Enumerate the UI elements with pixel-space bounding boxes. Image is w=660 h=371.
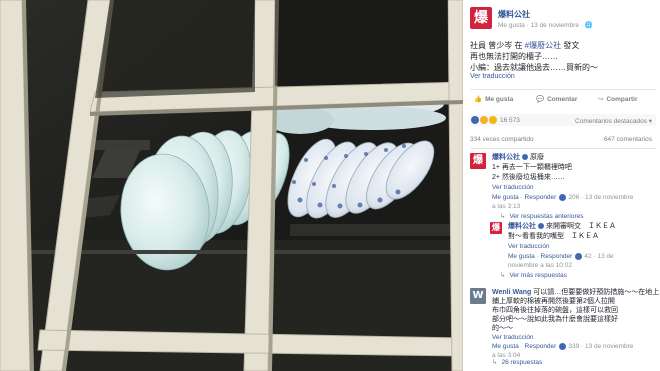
like-button-label: Me gusta — [485, 96, 514, 103]
share-arrow-icon: ↪ — [598, 96, 604, 103]
commenter-avatar[interactable]: 爆 — [470, 153, 486, 169]
like-count-icon — [559, 342, 567, 350]
comment-first-line: 爆料公社 原廢 — [492, 153, 656, 163]
verified-badge-icon — [538, 223, 544, 230]
hashtag-link[interactable]: #爆廢公社 — [525, 41, 561, 50]
replies-count-link[interactable]: ↳ 26 respuestas — [492, 358, 542, 366]
comment-text: 布巾四角後往掉落的碗盤，這樣可以救回 — [492, 307, 618, 314]
reaction-icons[interactable] — [471, 116, 498, 124]
see-translation-link[interactable]: Ver traducción — [492, 333, 656, 342]
comment-like-link[interactable]: Me gusta — [492, 194, 519, 201]
comment-meta: Me gusta · Responder 206 · 13 de noviembr… — [492, 193, 634, 201]
comment-date[interactable]: 13 de — [597, 253, 613, 260]
more-replies-label: Ver más respuestas — [509, 272, 567, 279]
comment-meta: Me gusta · Responder 42 · 13 de — [508, 252, 614, 260]
share-button[interactable]: ↪ Compartir — [598, 95, 638, 103]
comment-time[interactable]: noviembre a las 10:02 — [508, 261, 656, 270]
share-button-label: Compartir — [606, 96, 638, 103]
comment-reply-link[interactable]: Responder — [541, 253, 573, 260]
see-translation-link[interactable]: Ver traducción — [508, 242, 656, 252]
speech-bubble-icon: 💬 — [536, 96, 545, 103]
thumbs-up-icon: 👍 — [474, 96, 483, 103]
like-count-icon — [559, 193, 567, 201]
comment-text: 的～～ — [492, 325, 513, 332]
comment-body: 爆料公社 原廢 1+ 再去一下一顆櫃裡時吧 2+ 然後廢垃圾桶來…… Ver tr… — [492, 153, 656, 211]
prev-replies-link[interactable]: ↳ Ver respuestas anteriores — [500, 212, 584, 220]
see-translation-link[interactable]: Ver traducción — [492, 183, 656, 193]
reply-arrow-icon: ↳ — [500, 213, 506, 220]
share-count[interactable]: 334 veces compartido — [470, 136, 534, 143]
commenter-avatar[interactable]: W — [470, 288, 486, 304]
haha-reaction-icon — [480, 116, 488, 124]
reply-comment: 爆 爆料公社 來開審啊交 ＩＫＥＡ 對～看看我的嘴型 ＩＫＥＡ Ver tradu… — [490, 222, 656, 270]
comment-button-label: Comentar — [547, 96, 578, 103]
post-meta: Me gusta · 13 de noviembre · 🌐 — [498, 22, 593, 29]
post-text-prefix: 社員 曾少岑 在 — [470, 41, 525, 50]
comment-text: 2+ 然後廢垃圾桶來…… — [492, 174, 565, 181]
comment-text: 鋪上厚軟的棉被再開然後要第2個人拉開 — [492, 298, 615, 305]
comment-like-link[interactable]: Me gusta — [492, 343, 519, 350]
reaction-count[interactable]: 16 573 — [500, 117, 520, 124]
post-photo[interactable] — [0, 0, 463, 371]
comment-body: 爆料公社 來開審啊交 ＩＫＥＡ 對～看看我的嘴型 ＩＫＥＡ Ver traducc… — [508, 222, 656, 270]
replies-count-label: 26 respuestas — [501, 359, 543, 366]
comment-reply-link[interactable]: Responder — [525, 194, 557, 201]
reply-arrow-icon: ↳ — [500, 272, 506, 279]
comment-text: 1+ 再去一下一顆櫃裡時吧 — [492, 164, 572, 171]
comment-first-line: 爆料公社 來開審啊交 ＩＫＥＡ — [508, 222, 656, 232]
comment-like-count[interactable]: 206 — [568, 194, 579, 201]
post-text-suffix: 發文 — [561, 41, 580, 50]
comment: 爆 爆料公社 原廢 1+ 再去一下一顆櫃裡時吧 2+ 然後廢垃圾桶來…… Ver … — [470, 153, 656, 213]
comment-button[interactable]: 💬 Comentar — [536, 95, 577, 103]
page-name-link[interactable]: 爆料公社 — [498, 9, 530, 20]
comment-date[interactable]: 13 de noviembre — [585, 194, 633, 201]
post-text-line-2: 再也無法打開的櫃子…… — [470, 52, 558, 61]
comment-like-count[interactable]: 339 — [568, 343, 579, 350]
post-text-line-1: 社員 曾少岑 在 #爆廢公社 發文 — [470, 40, 656, 51]
comment-body: Wenli Wang 可以請…但要要做好預防措施～～在地上 鋪上厚軟的棉被再開然… — [492, 288, 660, 360]
comment-like-link[interactable]: Me gusta — [508, 253, 535, 260]
commenter-name[interactable]: 爆料公社 — [492, 154, 520, 161]
comment: W Wenli Wang 可以請…但要要做好預防措施～～在地上 鋪上厚軟的棉被再… — [470, 288, 659, 359]
verified-badge-icon — [522, 154, 528, 161]
comment-time[interactable]: a las 3:13 — [492, 202, 656, 211]
divider — [470, 89, 656, 90]
comment-reply-link[interactable]: Responder — [525, 343, 557, 350]
page-avatar[interactable]: 爆 — [470, 7, 492, 29]
reply-arrow-icon: ↳ — [492, 359, 498, 366]
comment-text: 可以請…但要要做好預防措施～～在地上 — [533, 289, 660, 296]
commenter-name[interactable]: 爆料公社 — [508, 223, 536, 230]
see-translation-link[interactable]: Ver traducción — [470, 73, 515, 80]
shares-row: 334 veces compartido 647 comentarios — [470, 136, 656, 146]
post-actions: 👍 Me gusta 💬 Comentar ↪ Compartir — [470, 95, 656, 107]
comment-text: 部分吧～～說如此我為什麼會說要這樣好 — [492, 316, 618, 323]
comment-first-line: Wenli Wang 可以請…但要要做好預防措施～～在地上 — [492, 288, 660, 297]
commenter-name[interactable]: Wenli Wang — [492, 289, 531, 296]
comment-date[interactable]: 13 de noviembre — [585, 343, 633, 350]
commenter-avatar[interactable]: 爆 — [490, 222, 502, 234]
post-text-line-3: 小編：過去就讓他過去……買新的～ — [470, 63, 598, 72]
cabinet-photo — [0, 0, 463, 371]
divider — [470, 148, 656, 149]
comment-count[interactable]: 647 comentarios — [604, 136, 652, 143]
reactions-row: 16 573 Comentarios destacados ▾ — [470, 114, 656, 126]
prev-replies-label: Ver respuestas anteriores — [509, 213, 584, 220]
like-button[interactable]: 👍 Me gusta — [474, 95, 513, 103]
facebook-post-panel: 爆 爆料公社 Me gusta · 13 de noviembre · 🌐 社員… — [463, 0, 660, 371]
comment-text: 來開審啊交 ＩＫＥＡ — [546, 223, 616, 230]
comment-text: 原廢 — [530, 154, 544, 161]
comment-like-count[interactable]: 42 — [584, 253, 591, 260]
comment-sort-dropdown[interactable]: Comentarios destacados ▾ — [575, 117, 652, 125]
post-header: 爆 爆料公社 Me gusta · 13 de noviembre · 🌐 — [470, 7, 656, 31]
like-reaction-icon — [471, 116, 479, 124]
wow-reaction-icon — [489, 116, 497, 124]
more-replies-link[interactable]: ↳ Ver más respuestas — [500, 271, 567, 279]
like-count-icon — [575, 252, 583, 260]
post-text: 社員 曾少岑 在 #爆廢公社 發文 再也無法打開的櫃子…… 小編：過去就讓他過去… — [470, 40, 656, 73]
comment-meta: Me gusta · Responder 339 · 13 de noviembr… — [492, 342, 634, 350]
comment-text: 對～看看我的嘴型 ＩＫＥＡ — [508, 233, 599, 240]
